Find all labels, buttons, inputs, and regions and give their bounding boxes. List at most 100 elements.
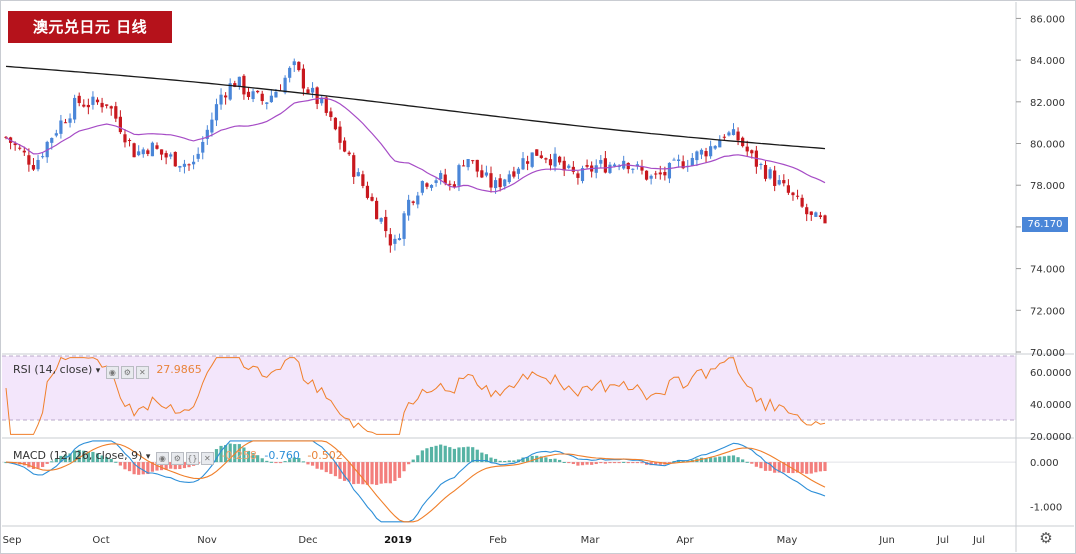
macd-histogram-bar [347,462,351,482]
macd-histogram-bar [384,462,388,484]
macd-histogram-bar [562,461,566,463]
candle-body [567,165,571,168]
macd-histogram-value: -0.258 [221,449,257,462]
candle-body [722,136,726,138]
candle-body [727,132,731,136]
candle-body [512,171,516,177]
candle-body [132,143,136,158]
candle-body [306,89,310,94]
candle-body [644,170,649,180]
time-tick-label: Oct [92,535,109,546]
candle-body [265,102,269,104]
candle-body [63,122,68,124]
eye-icon[interactable]: ◉ [105,366,119,379]
macd-histogram-bar [617,462,621,464]
candle-body [814,212,818,217]
candle-body [416,195,420,205]
gear-icon[interactable]: ⚙ [170,452,184,465]
candle-body [288,67,292,78]
rsi-value: 27.9865 [156,363,202,376]
candle-body [489,173,493,188]
macd-histogram-bar [727,455,731,463]
macd-histogram-bar [512,460,516,463]
macd-histogram-bar [379,462,383,484]
candle-body [585,165,589,167]
candle-body [41,156,45,158]
macd-histogram-bar [800,462,804,474]
candle-body [493,180,498,189]
candle-body [759,164,763,166]
last-price-label: 76.170 [1022,217,1068,232]
candle-body [818,215,823,217]
candle-body [736,131,740,141]
price-tick-label: 82.000 [1030,98,1065,109]
candle-body [36,159,40,170]
candle-body [150,142,155,157]
chevron-down-icon[interactable]: ▾ [146,452,151,462]
candle-body [704,151,708,157]
macd-histogram-bar [393,462,397,481]
candle-body [100,102,104,108]
macd-histogram-bar [407,462,411,465]
candle-body [731,129,736,136]
candle-body [791,192,795,196]
candle-body [73,97,77,120]
close-icon[interactable]: ✕ [135,366,149,379]
rsi-tick-label: 40.0000 [1030,400,1071,411]
candle-body [521,158,525,170]
macd-histogram-bar [585,462,589,465]
candle-body [370,196,374,201]
candle-body [484,172,489,176]
eye-icon[interactable]: ◉ [155,452,169,465]
candle-body [187,164,191,166]
candle-body [50,137,54,143]
candle-body [242,75,246,95]
candle-body [95,99,100,103]
candle-body [191,161,196,165]
macd-histogram-bar [745,461,749,463]
time-tick-label: Apr [676,535,694,546]
ma-short-line [5,97,826,193]
rsi-label[interactable]: RSI (14, close) [13,363,92,376]
candle-body [571,166,575,172]
candle-body [256,90,260,93]
candle-body [699,149,704,155]
candle-body [333,117,338,130]
macd-label[interactable]: MACD (12, 26, close, 9) [13,449,142,462]
chart-title: 澳元兑日元 日线 [8,11,172,43]
candle-body [626,162,630,170]
candle-body [471,160,475,162]
time-tick-label: Sep [3,535,22,546]
candle-body [365,185,370,198]
candle-body [114,106,118,119]
macd-histogram-bar [635,462,640,464]
candle-body [663,172,667,176]
macd-histogram-bar [594,462,598,465]
chevron-down-icon[interactable]: ▾ [96,366,101,376]
macd-histogram-bar [754,462,758,467]
candle-body [631,168,635,170]
candle-body [182,163,187,167]
candle-body [439,172,443,180]
macd-histogram-bar [763,462,768,471]
candle-body [594,165,598,173]
macd-histogram-bar [571,462,575,465]
macd-histogram-bar [736,457,740,463]
candle-body [379,217,383,222]
gear-icon[interactable]: ⚙ [120,366,134,379]
macd-histogram-bar [823,462,827,472]
macd-histogram-bar [429,446,434,463]
candle-body [397,238,402,241]
source-icon[interactable]: {} [185,452,199,465]
macd-tick-label: -1.000 [1030,502,1062,513]
candle-body [795,195,800,197]
gear-icon[interactable]: ⚙ [1038,530,1054,546]
candle-body [823,215,827,224]
macd-histogram-bar [503,460,507,463]
close-icon[interactable]: ✕ [200,452,214,465]
candle-body [530,152,534,167]
candle-body [544,158,548,160]
macd-histogram-bar [370,462,374,485]
candle-body [773,170,777,186]
macd-histogram-bar [553,458,557,463]
